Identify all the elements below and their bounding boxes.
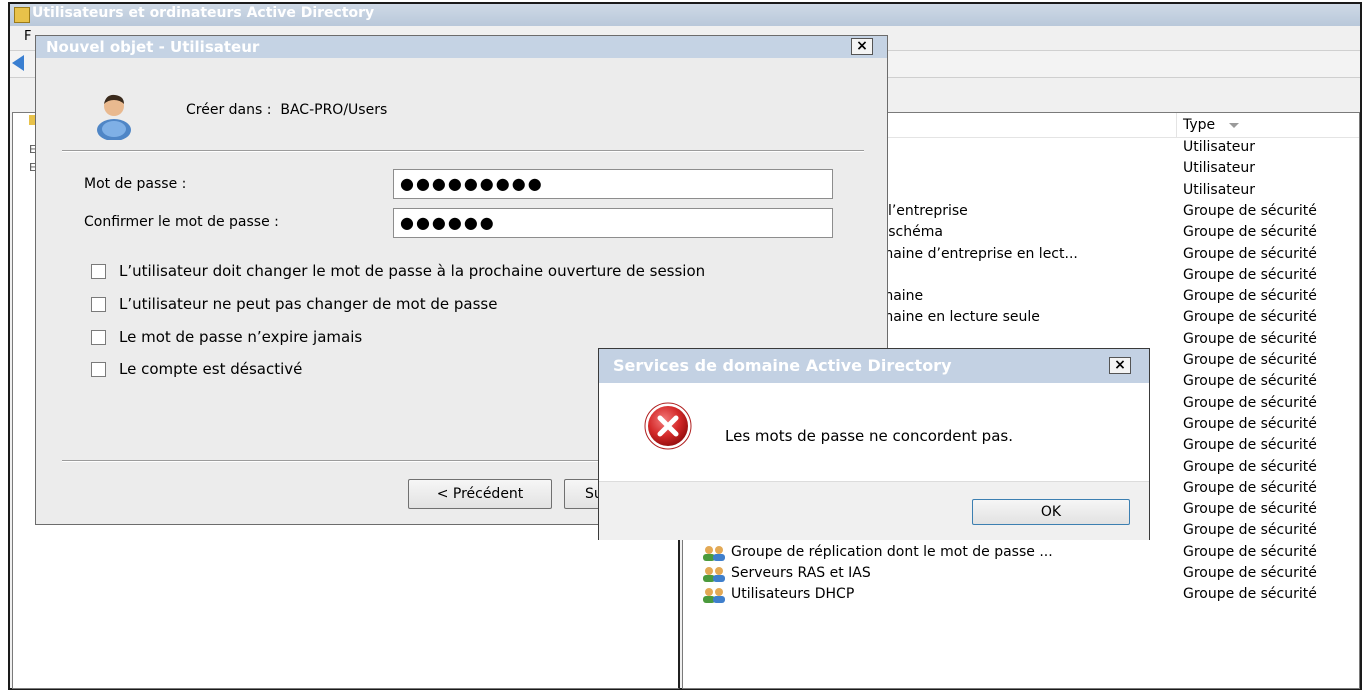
error-dialog-title-bar: Services de domaine Active Directory ×: [599, 349, 1149, 383]
row-name: omaine d’entreprise en lect...: [871, 245, 1078, 262]
confirm-password-label: Confirmer le mot de passe :: [84, 214, 279, 230]
row-type: Groupe de sécurité: [1183, 309, 1317, 326]
password-label: Mot de passe :: [84, 176, 187, 192]
separator: [62, 150, 864, 152]
group-icon: [701, 545, 729, 561]
column-header-type[interactable]: Type: [1176, 113, 1359, 137]
list-row[interactable]: Utilisateurs DHCP Groupe de sécurité: [683, 584, 1359, 605]
row-type: Groupe de sécurité: [1183, 266, 1317, 283]
create-in-path: BAC-PRO/Users: [280, 102, 388, 118]
row-type: Groupe de sécurité: [1183, 202, 1317, 219]
confirm-password-field[interactable]: ●●●●●●: [393, 208, 833, 238]
row-type: Groupe de sécurité: [1183, 458, 1317, 475]
row-type: Groupe de sécurité: [1183, 330, 1317, 347]
close-button[interactable]: ×: [1109, 357, 1131, 374]
row-type: Groupe de sécurité: [1183, 352, 1317, 368]
error-dialog: Services de domaine Active Directory × L…: [598, 348, 1150, 540]
close-button[interactable]: ×: [851, 38, 873, 55]
group-icon: [701, 587, 729, 604]
row-type: Groupe de sécurité: [1183, 224, 1317, 241]
ok-button[interactable]: OK: [972, 499, 1130, 525]
row-name: omaine en lecture seule: [871, 309, 1040, 326]
row-type: Groupe de sécurité: [1183, 501, 1317, 518]
back-arrow-icon[interactable]: [12, 55, 24, 71]
cannot-change-password-checkbox[interactable]: [91, 297, 106, 312]
folder-icon: [14, 7, 30, 23]
error-dialog-title: Services de domaine Active Directory: [613, 356, 952, 375]
password-never-expires-checkbox[interactable]: [91, 330, 106, 345]
create-in-text: Créer dans : BAC-PRO/Users: [186, 102, 387, 118]
row-type: Groupe de sécurité: [1183, 479, 1317, 496]
user-icon: [88, 88, 140, 141]
menu-item-file[interactable]: F: [24, 29, 31, 44]
row-type: Groupe de sécurité: [1183, 437, 1317, 454]
dialog-title: Nouvel objet - Utilisateur: [46, 38, 260, 56]
checkbox-label: Le compte est désactivé: [119, 360, 303, 378]
row-name: Utilisateurs DHCP: [731, 586, 855, 603]
checkbox-label: L’utilisateur doit changer le mot de pas…: [119, 262, 706, 280]
error-message: Les mots de passe ne concordent pas.: [725, 427, 1013, 445]
main-title: Utilisateurs et ordinateurs Active Direc…: [32, 5, 375, 21]
row-type: Utilisateur: [1183, 160, 1256, 177]
checkbox-label: Le mot de passe n’expire jamais: [119, 328, 363, 346]
row-type: Groupe de sécurité: [1183, 586, 1317, 603]
list-row[interactable]: Groupe de réplication dont le mot de pas…: [683, 542, 1359, 563]
create-in-label: Créer dans :: [186, 102, 272, 118]
row-name: Serveurs RAS et IAS: [731, 565, 871, 581]
list-row[interactable]: Serveurs RAS et IAS Groupe de sécurité: [683, 563, 1359, 584]
row-type: Utilisateur: [1183, 181, 1256, 198]
dialog-title-bar: Nouvel objet - Utilisateur ×: [36, 36, 887, 58]
must-change-password-checkbox[interactable]: [91, 264, 106, 279]
password-field[interactable]: ●●●●●●●●●: [393, 169, 833, 199]
sort-arrow-icon: [1229, 123, 1239, 128]
group-icon: [701, 566, 729, 582]
checkbox-label: L’utilisateur ne peut pas changer de mot…: [119, 295, 498, 313]
row-type: Utilisateur: [1183, 139, 1256, 155]
back-button[interactable]: < Précédent: [408, 479, 552, 509]
row-type: Groupe de sécurité: [1183, 373, 1317, 390]
row-type: Groupe de sécurité: [1183, 543, 1317, 560]
row-name: Groupe de réplication dont le mot de pas…: [731, 543, 1053, 560]
row-type: Groupe de sécurité: [1183, 522, 1317, 539]
column-header-label: Type: [1183, 117, 1216, 133]
error-icon: [643, 401, 693, 451]
row-type: Groupe de sécurité: [1183, 415, 1317, 432]
row-type: Groupe de sécurité: [1183, 245, 1317, 262]
row-type: Groupe de sécurité: [1183, 565, 1317, 581]
account-disabled-checkbox[interactable]: [91, 362, 106, 377]
main-title-bar: Utilisateurs et ordinateurs Active Direc…: [10, 4, 1360, 26]
row-type: Groupe de sécurité: [1183, 394, 1317, 411]
row-type: Groupe de sécurité: [1183, 288, 1317, 305]
